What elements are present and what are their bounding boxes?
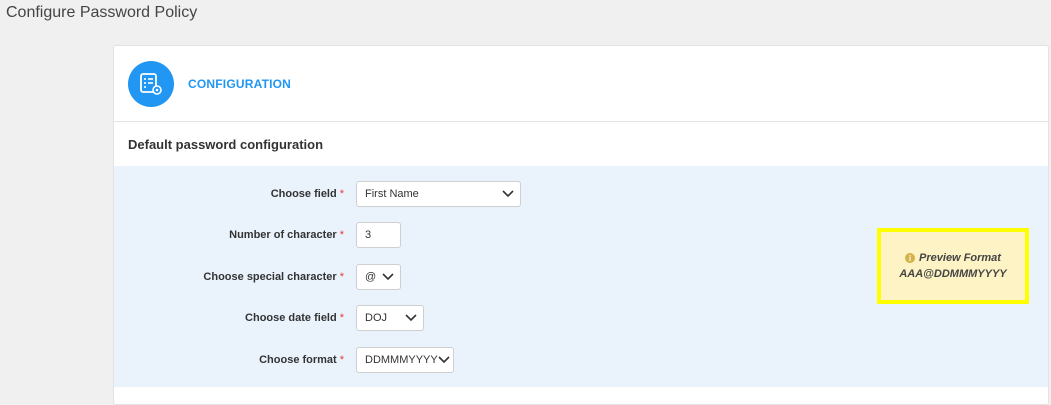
choose-field-label: Choose field * <box>270 188 344 200</box>
chevron-down-icon <box>405 314 417 322</box>
card-header-title: CONFIGURATION <box>188 76 292 91</box>
date-field-row: Choose date field * DOJ <box>114 305 424 331</box>
preview-format-box: i Preview Format AAA@DDMMMYYYY <box>877 228 1029 304</box>
configuration-card: CONFIGURATION Default password configura… <box>113 45 1049 405</box>
special-char-row: Choose special character * @ <box>114 264 401 290</box>
num-chars-value: 3 <box>365 229 372 241</box>
special-char-select[interactable]: @ <box>356 264 401 290</box>
required-marker: * <box>339 271 344 283</box>
num-chars-label: Number of character * <box>229 229 344 241</box>
preview-value: AAA@DDMMMYYYY <box>899 268 1007 280</box>
date-field-value: DOJ <box>365 312 387 324</box>
card-header: CONFIGURATION <box>114 46 1048 122</box>
format-value: DDMMMYYYY <box>365 354 438 366</box>
choose-field-select[interactable]: First Name <box>356 181 521 207</box>
num-chars-input[interactable]: 3 <box>356 222 401 248</box>
format-select[interactable]: DDMMMYYYY <box>356 347 454 373</box>
info-icon: i <box>905 253 916 263</box>
date-field-label: Choose date field * <box>245 312 344 324</box>
num-chars-row: Number of character * 3 <box>114 222 401 248</box>
format-row: Choose format * DDMMMYYYY <box>114 347 454 373</box>
special-char-value: @ <box>365 271 377 283</box>
required-marker: * <box>339 188 344 200</box>
page-title: Configure Password Policy <box>6 4 198 21</box>
date-field-select[interactable]: DOJ <box>356 305 424 331</box>
format-label: Choose format * <box>259 354 344 366</box>
chevron-down-icon <box>502 190 514 198</box>
preview-title: Preview Format <box>919 252 1001 264</box>
choose-field-row: Choose field * First Name <box>114 181 521 207</box>
required-marker: * <box>339 229 344 241</box>
preview-header: i Preview Format <box>905 252 1001 264</box>
required-marker: * <box>339 354 344 366</box>
choose-field-value: First Name <box>365 188 419 200</box>
section-title: Default password configuration <box>128 136 324 152</box>
required-marker: * <box>339 312 344 324</box>
chevron-down-icon <box>438 356 450 364</box>
chevron-down-icon <box>382 273 394 281</box>
settings-list-icon <box>128 60 174 107</box>
form-area: Choose field * First Name Number of chara… <box>114 166 1048 387</box>
special-char-label: Choose special character * <box>203 271 344 283</box>
